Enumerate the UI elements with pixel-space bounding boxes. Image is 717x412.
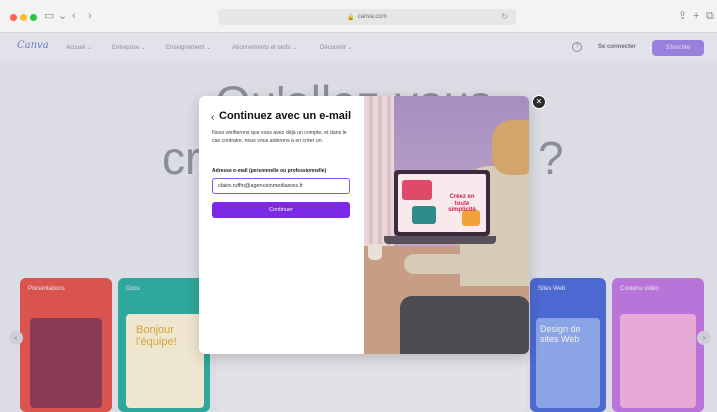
photo-person-hair [492,120,529,175]
nav-item-entreprise[interactable]: Entreprise ⌄ [112,44,146,51]
site-header: Canva Accueil ⌄ Entreprise ⌄ Enseignemen… [0,33,717,63]
email-field[interactable] [212,178,350,194]
chevron-down-icon[interactable]: ⌄ [58,10,67,22]
card-thumbnail [30,318,102,408]
back-arrow-icon[interactable]: ‹ [72,10,76,22]
category-card-video[interactable]: Contenu vidéo [612,278,704,412]
signin-link[interactable]: Se connecter [598,44,636,50]
card-thumbnail-text: Design de sites Web [540,324,581,344]
carousel-next-button[interactable]: › [697,331,711,345]
nav-item-decouvrir[interactable]: Découvrir ⌄ [320,44,352,51]
photo-laptop-display: Créez en toute simplicité [398,174,486,232]
minimize-window-button[interactable] [20,14,27,21]
photo-person-arm [404,254,474,274]
help-icon[interactable]: ? [572,42,582,52]
close-icon[interactable]: ✕ [532,95,546,109]
promo-photo: Créez en toute simplicité [364,96,529,354]
photo-cup [368,244,382,260]
category-card-sites-web[interactable]: Sites Web Design de sites Web [530,278,606,412]
email-field-label: Adresse e-mail (personnelle ou professio… [212,168,327,174]
modal-description: Nous vérifierons que vous avez déjà un c… [212,130,347,144]
card-label: Sites Web [538,286,566,292]
card-label: Docs [126,286,140,292]
continue-button[interactable]: Continuer [212,202,350,218]
card-thumbnail: Bonjour l'équipe! [126,314,204,408]
card-thumbnail [620,314,696,408]
photo-laptop-base [384,236,496,244]
nav-item-abonnements[interactable]: Abonnements et tarifs ⌄ [232,44,297,51]
lock-icon: 🔒 [347,14,355,21]
address-bar[interactable]: 🔒 canva.com ↻ [218,9,516,25]
category-card-presentations[interactable]: Présentations [20,278,112,412]
card-thumbnail-text: Bonjour l'équipe! [136,324,177,348]
canva-logo[interactable]: Canva [17,40,49,51]
reload-icon[interactable]: ↻ [501,12,508,21]
email-signin-modal: ‹ Continuez avec un e-mail Nous vérifier… [199,96,529,354]
nav-item-enseignement[interactable]: Enseignement ⌄ [166,44,211,51]
screen-shape [402,180,432,200]
card-thumbnail: Design de sites Web [536,318,600,408]
modal-title: Continuez avec un e-mail [219,110,352,122]
forward-arrow-icon[interactable]: › [88,10,92,22]
browser-chrome: ▭ ⌄ ‹ › 🔒 canva.com ↻ ⇪ + ⧉ [0,0,717,33]
card-label: Présentations [28,286,65,292]
sidebar-toggle-icon[interactable]: ▭ [44,10,54,22]
screen-shape [412,206,436,224]
category-card-docs[interactable]: Docs Bonjour l'équipe! [118,278,210,412]
url-text: canva.com [357,14,387,20]
tabs-overview-icon[interactable]: ⧉ [706,10,714,22]
signup-button[interactable]: S'inscrire [652,40,704,56]
card-label: Contenu vidéo [620,286,659,292]
chevron-left-icon[interactable]: ‹ [211,112,214,123]
email-form-panel: ‹ Continuez avec un e-mail Nous vérifier… [199,96,364,354]
share-icon[interactable]: ⇪ [678,10,687,22]
close-window-button[interactable] [10,14,17,21]
photo-screen-text: Créez en toute simplicité [448,194,476,213]
new-tab-icon[interactable]: + [693,10,699,22]
maximize-window-button[interactable] [30,14,37,21]
carousel-prev-button[interactable]: ‹ [9,331,23,345]
photo-chair [400,296,529,354]
hero-heading-line3: ? [538,132,564,184]
hero-heading-line2: cr [162,132,201,184]
nav-item-accueil[interactable]: Accueil ⌄ [66,44,92,51]
